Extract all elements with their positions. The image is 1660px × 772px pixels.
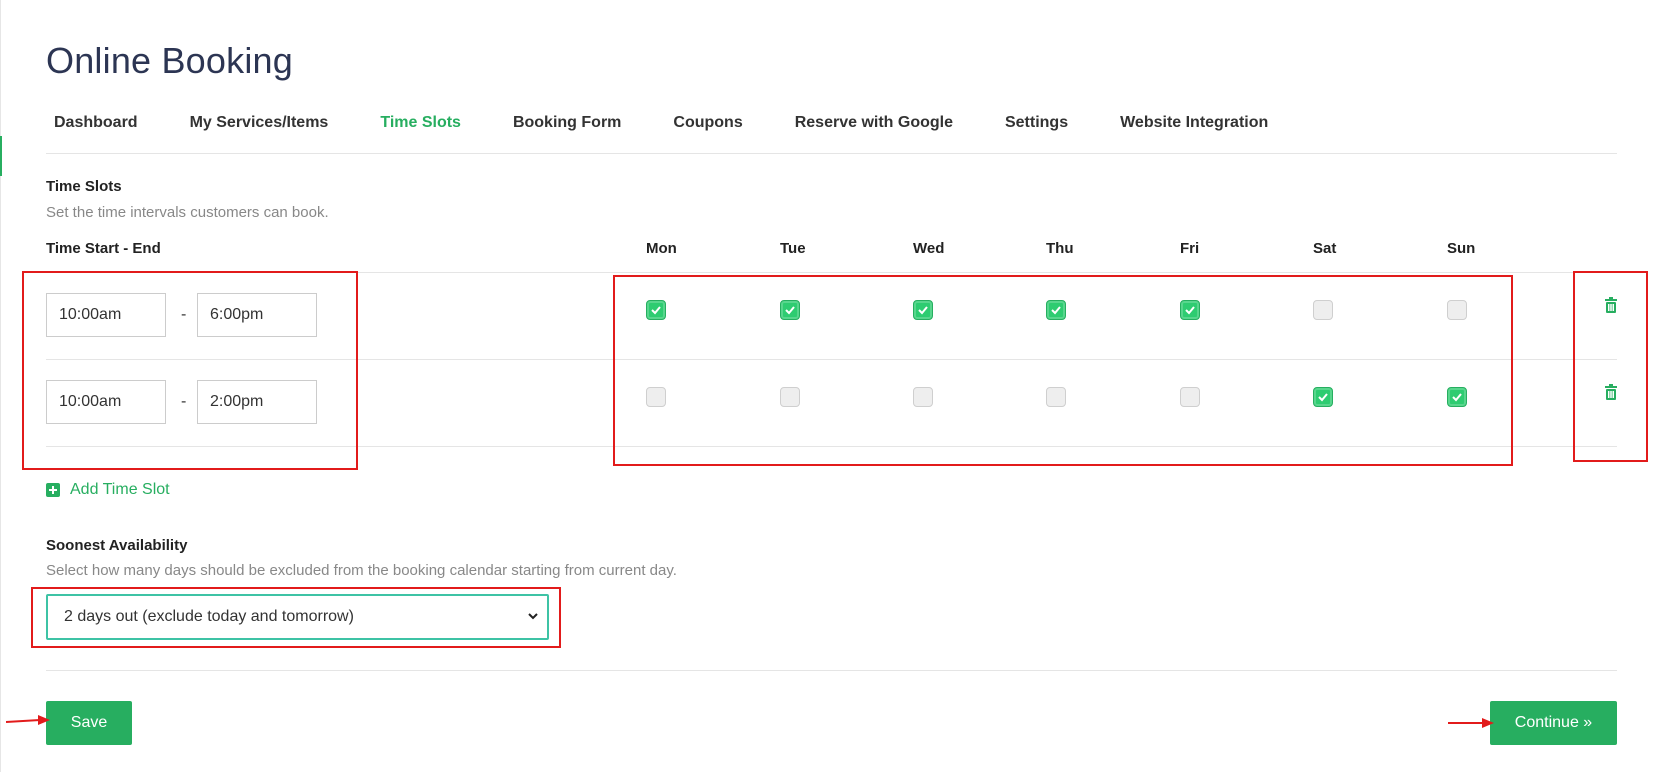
soonest-availability-description: Select how many days should be excluded … — [46, 562, 677, 579]
day-header-wed: Wed — [913, 240, 945, 257]
tab-reserve-with-google[interactable]: Reserve with Google — [787, 114, 961, 132]
actions-divider — [46, 670, 1617, 671]
tab-coupons[interactable]: Coupons — [665, 114, 750, 132]
tab-website-integration[interactable]: Website Integration — [1112, 114, 1276, 132]
day-header-sat: Sat — [1313, 240, 1337, 257]
continue-arrow-right-icon — [1448, 718, 1494, 728]
tab-settings[interactable]: Settings — [997, 114, 1076, 132]
tab-my-services-items[interactable]: My Services/Items — [182, 114, 337, 132]
save-button[interactable]: Save — [46, 701, 132, 745]
tab-navigation: Dashboard My Services/Items Time Slots B… — [46, 114, 1312, 132]
day-header-sun: Sun — [1447, 240, 1476, 257]
plus-icon — [46, 483, 60, 497]
tab-dashboard[interactable]: Dashboard — [46, 114, 146, 132]
left-edge-border — [0, 0, 1, 772]
time-slots-title: Time Slots — [46, 178, 122, 195]
time-slots-description: Set the time intervals customers can boo… — [46, 204, 329, 221]
day-header-mon: Mon — [646, 240, 677, 257]
day-header-tue: Tue — [780, 240, 806, 257]
day-checkboxes-annotation-box — [613, 275, 1513, 466]
soonest-availability-title: Soonest Availability — [46, 537, 188, 554]
continue-button[interactable]: Continue » — [1490, 701, 1617, 745]
page-title: Online Booking — [46, 40, 293, 81]
nav-divider — [46, 153, 1617, 154]
day-header-fri: Fri — [1180, 240, 1200, 257]
select-annotation-box — [31, 587, 561, 648]
add-time-slot-label: Add Time Slot — [70, 481, 170, 498]
time-start-end-header: Time Start - End — [46, 240, 161, 257]
delete-icons-annotation-box — [1573, 271, 1648, 462]
day-header-thu: Thu — [1046, 240, 1074, 257]
left-accent-bar — [0, 136, 2, 176]
tab-time-slots[interactable]: Time Slots — [372, 114, 469, 132]
time-inputs-annotation-box — [22, 271, 358, 470]
save-arrow-right-icon — [6, 715, 50, 725]
tab-booking-form[interactable]: Booking Form — [505, 114, 629, 132]
add-time-slot-link[interactable]: Add Time Slot — [46, 481, 170, 499]
